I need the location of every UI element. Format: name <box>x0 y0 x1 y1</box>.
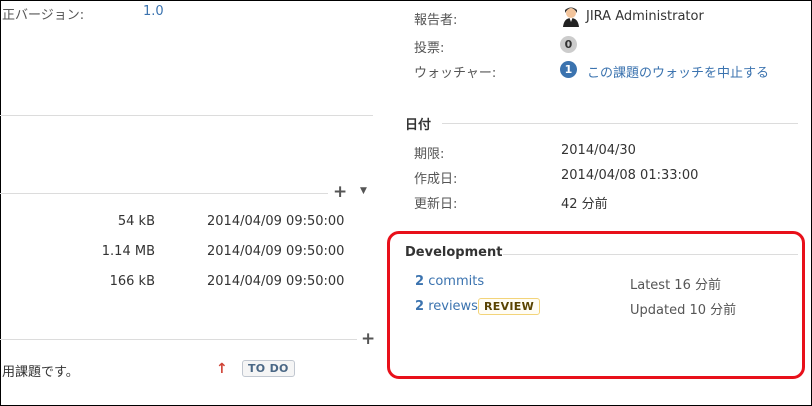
attachment-date: 2014/04/09 09:50:00 <box>207 244 345 259</box>
attachment-size: 1.14 MB <box>101 244 155 259</box>
dates-title-rule <box>442 123 798 124</box>
due-date-label: 期限: <box>414 147 445 162</box>
updated-date-label: 更新日: <box>414 197 458 212</box>
subtask-status-wrapper: TO DO <box>242 360 295 377</box>
status-lozenge: TO DO <box>242 360 295 377</box>
watchers-label: ウォッチャー: <box>414 66 497 81</box>
fix-version-label: 正バージョン: <box>2 8 85 23</box>
attachment-date: 2014/04/09 09:50:00 <box>207 214 345 229</box>
attachment-size: 54 kB <box>117 214 155 229</box>
user-avatar-icon <box>561 5 581 27</box>
fix-version-link[interactable]: 1.0 <box>143 4 164 19</box>
subtask-summary[interactable]: 用課題です。 <box>2 361 79 380</box>
section-divider <box>0 115 373 116</box>
subtasks-divider <box>0 339 357 340</box>
created-date-label: 作成日: <box>414 172 458 187</box>
watchers-wrapper: 1 <box>560 61 577 78</box>
votes-count-badge[interactable]: 0 <box>560 36 577 53</box>
votes-label: 投票: <box>414 41 445 56</box>
add-subtask-icon[interactable]: + <box>361 331 375 348</box>
reporter-name-link[interactable]: JIRA Administrator <box>586 9 704 24</box>
dates-section-title: 日付 <box>405 118 432 133</box>
reporter-label: 報告者: <box>414 13 458 28</box>
add-attachment-icon[interactable]: + <box>333 184 347 201</box>
due-date-value: 2014/04/30 <box>561 143 636 158</box>
created-date-value: 2014/04/08 01:33:00 <box>561 168 699 183</box>
attachment-size: 166 kB <box>109 274 155 289</box>
stop-watching-link[interactable]: この課題のウォッチを中止する <box>587 62 769 81</box>
watchers-count-badge[interactable]: 1 <box>560 61 577 78</box>
updated-date-value: 42 分前 <box>561 197 608 212</box>
highlight-annotation-box <box>387 231 805 379</box>
arrow-up-icon: ↑ <box>216 361 228 377</box>
votes-wrapper: 0 <box>560 36 577 53</box>
attachments-divider <box>0 193 328 194</box>
attachment-date: 2014/04/09 09:50:00 <box>207 274 345 289</box>
attachment-options-chevron-down-icon[interactable]: ▼ <box>360 186 367 196</box>
